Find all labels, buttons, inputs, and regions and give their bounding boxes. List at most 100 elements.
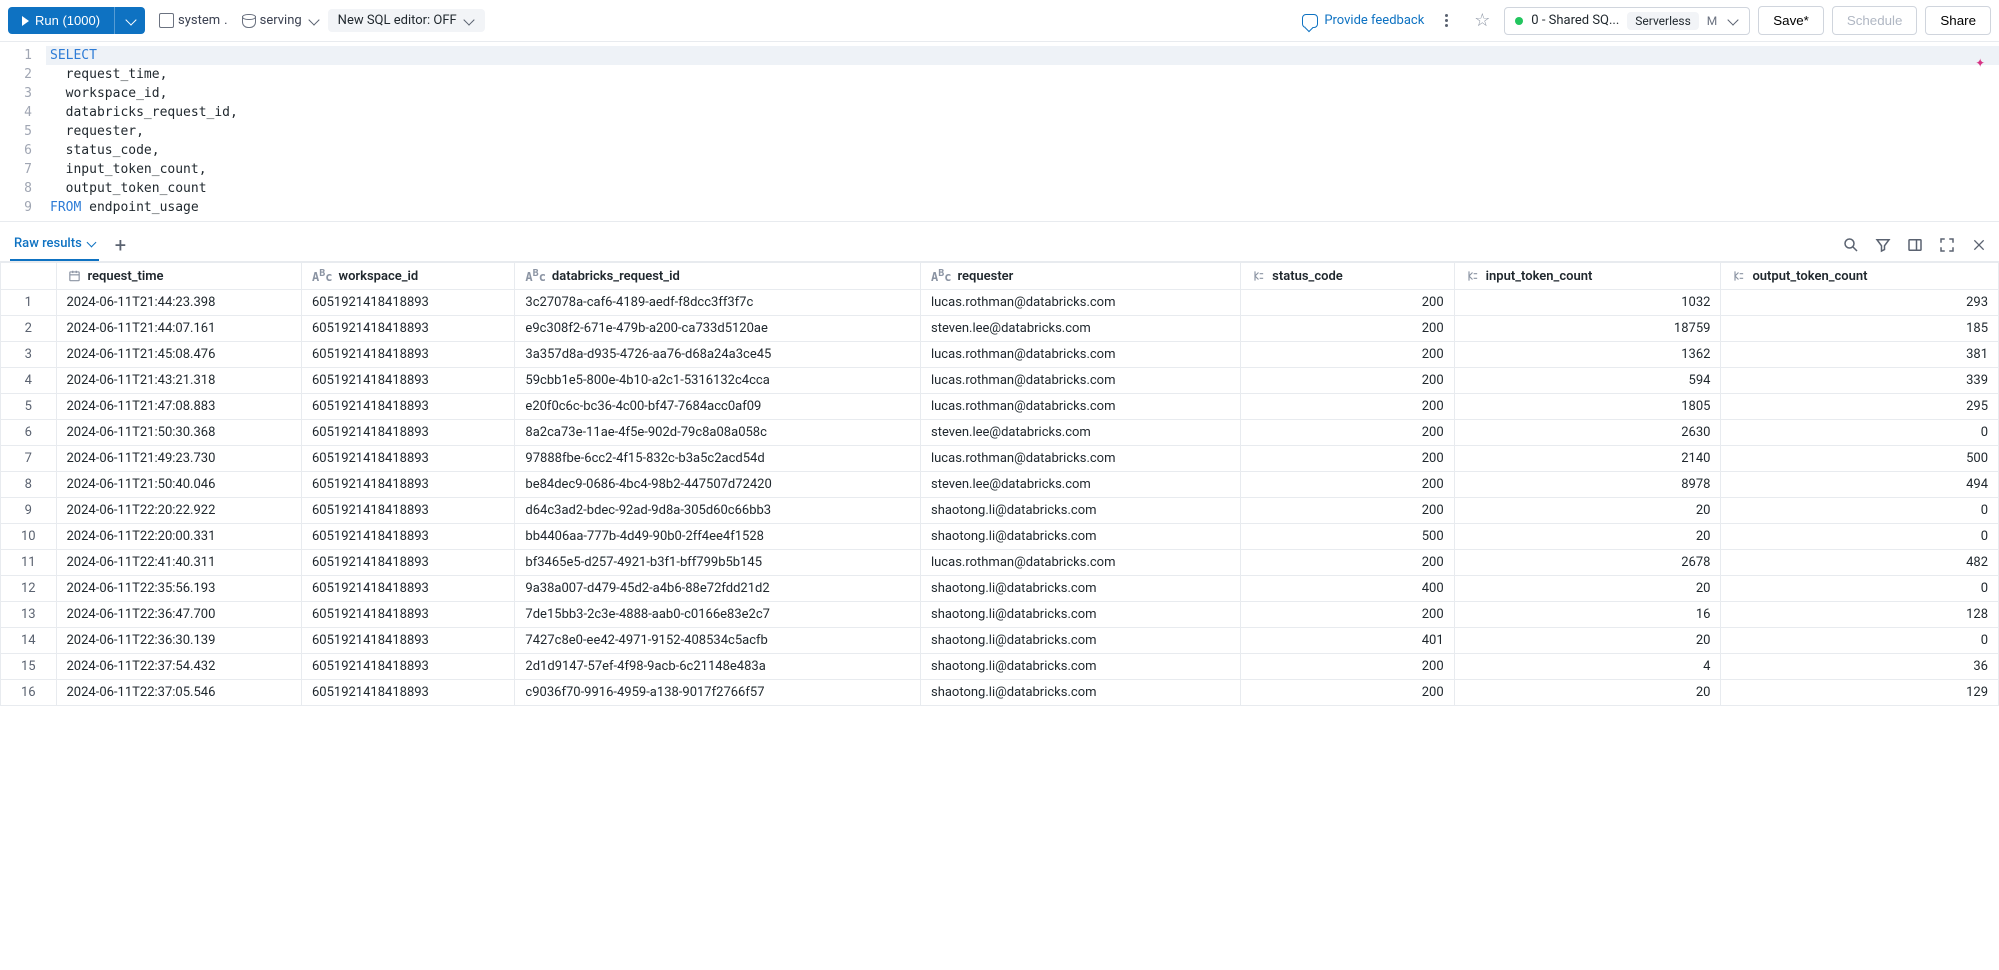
editor-toggle[interactable]: New SQL editor: OFF <box>328 9 485 32</box>
cell: 2024-06-11T22:37:54.432 <box>56 654 301 680</box>
chevron-down-icon <box>125 14 136 25</box>
row-number: 1 <box>1 290 57 316</box>
column-header[interactable]: ABcdatabricks_request_id <box>515 263 921 290</box>
cell: e9c308f2-671e-479b-a200-ca733d5120ae <box>515 316 921 342</box>
compute-selector[interactable]: 0 - Shared SQ... Serverless M <box>1504 7 1750 35</box>
cell: lucas.rothman@databricks.com <box>920 368 1240 394</box>
cell: 2024-06-11T21:47:08.883 <box>56 394 301 420</box>
share-button[interactable]: Share <box>1925 6 1991 35</box>
row-number: 4 <box>1 368 57 394</box>
table-row[interactable]: 12024-06-11T21:44:23.3986051921418418893… <box>1 290 1999 316</box>
table-row[interactable]: 22024-06-11T21:44:07.1616051921418418893… <box>1 316 1999 342</box>
cell: c9036f70-9916-4959-a138-9017f2766f57 <box>515 680 921 706</box>
table-row[interactable]: 82024-06-11T21:50:40.0466051921418418893… <box>1 472 1999 498</box>
save-button[interactable]: Save* <box>1758 6 1824 35</box>
fullscreen-button[interactable] <box>1937 235 1957 255</box>
cell: 2024-06-11T21:43:21.318 <box>56 368 301 394</box>
column-header[interactable]: status_code <box>1241 263 1454 290</box>
cell: shaotong.li@databricks.com <box>920 680 1240 706</box>
run-dropdown-button[interactable] <box>114 7 145 34</box>
raw-results-tab[interactable]: Raw results <box>10 228 99 261</box>
cell: 2630 <box>1454 420 1721 446</box>
row-number: 7 <box>1 446 57 472</box>
close-results-button[interactable] <box>1969 235 1989 255</box>
favorite-button[interactable]: ☆ <box>1468 7 1496 35</box>
table-row[interactable]: 132024-06-11T22:36:47.700605192141841889… <box>1 602 1999 628</box>
editor-toggle-label: New SQL editor: OFF <box>338 13 457 28</box>
cell: 0 <box>1721 420 1999 446</box>
schedule-button[interactable]: Schedule <box>1832 6 1918 35</box>
star-icon: ☆ <box>1474 10 1490 31</box>
cell: 482 <box>1721 550 1999 576</box>
table-row[interactable]: 62024-06-11T21:50:30.3686051921418418893… <box>1 420 1999 446</box>
run-button[interactable]: Run (1000) <box>8 7 114 34</box>
cell: lucas.rothman@databricks.com <box>920 290 1240 316</box>
results-actions <box>1841 235 1989 255</box>
search-results-button[interactable] <box>1841 235 1861 255</box>
sql-editor[interactable]: 123456789 ✦ SELECT request_time, workspa… <box>0 42 1999 221</box>
table-row[interactable]: 152024-06-11T22:37:54.432605192141841889… <box>1 654 1999 680</box>
column-header[interactable]: input_token_count <box>1454 263 1721 290</box>
cell: shaotong.li@databricks.com <box>920 602 1240 628</box>
cell: 200 <box>1241 446 1454 472</box>
filter-results-button[interactable] <box>1873 235 1893 255</box>
provide-feedback-link[interactable]: Provide feedback <box>1302 13 1424 28</box>
cell: 0 <box>1721 628 1999 654</box>
cell: 494 <box>1721 472 1999 498</box>
catalog-selector[interactable]: system . <box>159 13 228 28</box>
table-row[interactable]: 52024-06-11T21:47:08.8836051921418418893… <box>1 394 1999 420</box>
toggle-panel-button[interactable] <box>1905 235 1925 255</box>
feedback-label: Provide feedback <box>1324 13 1424 28</box>
cell: 20 <box>1454 680 1721 706</box>
cell: lucas.rothman@databricks.com <box>920 446 1240 472</box>
cell: 2024-06-11T22:41:40.311 <box>56 550 301 576</box>
row-number: 12 <box>1 576 57 602</box>
row-number: 14 <box>1 628 57 654</box>
run-button-group: Run (1000) <box>8 7 145 34</box>
column-header[interactable]: request_time <box>56 263 301 290</box>
cell: 200 <box>1241 472 1454 498</box>
cell: bb4406aa-777b-4d49-90b0-2ff4ee4f1528 <box>515 524 921 550</box>
cell: 2024-06-11T21:45:08.476 <box>56 342 301 368</box>
table-row[interactable]: 102024-06-11T22:20:00.331605192141841889… <box>1 524 1999 550</box>
schema-icon <box>242 14 256 28</box>
table-row[interactable]: 112024-06-11T22:41:40.311605192141841889… <box>1 550 1999 576</box>
row-number: 10 <box>1 524 57 550</box>
row-number: 9 <box>1 498 57 524</box>
results-table: request_timeABcworkspace_idABcdatabricks… <box>0 262 1999 706</box>
cell: 6051921418418893 <box>301 602 514 628</box>
table-row[interactable]: 162024-06-11T22:37:05.546605192141841889… <box>1 680 1999 706</box>
cell: 4 <box>1454 654 1721 680</box>
code-line: databricks_request_id, <box>46 103 1999 122</box>
cell: 200 <box>1241 394 1454 420</box>
chevron-down-icon <box>86 238 96 248</box>
cell: 6051921418418893 <box>301 394 514 420</box>
cell: 200 <box>1241 368 1454 394</box>
table-body: 12024-06-11T21:44:23.3986051921418418893… <box>1 290 1999 706</box>
cell: 6051921418418893 <box>301 550 514 576</box>
cell: 2024-06-11T22:35:56.193 <box>56 576 301 602</box>
table-row[interactable]: 72024-06-11T21:49:23.7306051921418418893… <box>1 446 1999 472</box>
column-header[interactable]: output_token_count <box>1721 263 1999 290</box>
table-row[interactable]: 142024-06-11T22:36:30.139605192141841889… <box>1 628 1999 654</box>
cell: bf3465e5-d257-4921-b3f1-bff799b5b145 <box>515 550 921 576</box>
cell: 185 <box>1721 316 1999 342</box>
column-header[interactable]: ABcrequester <box>920 263 1240 290</box>
cell: 0 <box>1721 524 1999 550</box>
cell: 381 <box>1721 342 1999 368</box>
more-menu-button[interactable] <box>1432 7 1460 35</box>
cell: 6051921418418893 <box>301 524 514 550</box>
table-row[interactable]: 92024-06-11T22:20:22.9226051921418418893… <box>1 498 1999 524</box>
code-area[interactable]: ✦ SELECT request_time, workspace_id, dat… <box>46 46 1999 217</box>
table-row[interactable]: 42024-06-11T21:43:21.3186051921418418893… <box>1 368 1999 394</box>
line-gutter: 123456789 <box>0 46 46 217</box>
add-visualization-button[interactable]: + <box>109 233 132 257</box>
table-row[interactable]: 122024-06-11T22:35:56.193605192141841889… <box>1 576 1999 602</box>
schema-selector[interactable]: serving <box>242 13 320 28</box>
cell: shaotong.li@databricks.com <box>920 628 1240 654</box>
table-row[interactable]: 32024-06-11T21:45:08.4766051921418418893… <box>1 342 1999 368</box>
ai-sparkle-icon[interactable]: ✦ <box>1975 52 1985 71</box>
column-header[interactable]: ABcworkspace_id <box>301 263 514 290</box>
results-table-wrap[interactable]: request_timeABcworkspace_idABcdatabricks… <box>0 261 1999 706</box>
cell: 1362 <box>1454 342 1721 368</box>
